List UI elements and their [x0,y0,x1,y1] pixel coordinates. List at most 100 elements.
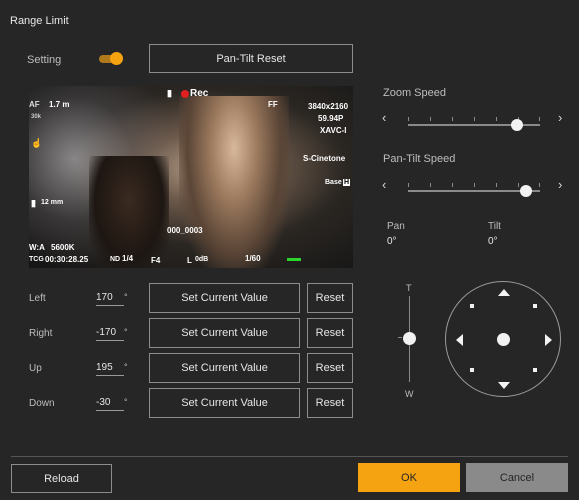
down-right-icon[interactable] [533,368,537,372]
up-right-icon[interactable] [533,304,537,308]
preview-subject-left [89,156,169,268]
zoom-speed-increase-icon[interactable]: › [558,110,562,125]
osd-nd: ND [110,256,121,263]
pan-tilt-speed-increase-icon[interactable]: › [558,177,562,192]
dialog-title: Range Limit [10,15,69,27]
up-left-icon[interactable] [470,304,474,308]
pan-tilt-speed-tick [518,183,519,187]
limit-up-value[interactable]: 195 [96,362,124,376]
zoom-speed-tick [408,117,409,121]
up-set-current-value-button[interactable]: Set Current Value [149,353,300,383]
osd-base-badge: H [343,179,351,186]
osd-wb: W:A [29,243,45,252]
osd-iris: F4 [151,256,161,265]
limit-left-label: Left [29,293,46,304]
osd-kelvin: 5600K [51,243,75,252]
pan-tilt-speed-tick [408,183,409,187]
zoom-speed-knob[interactable] [511,119,524,131]
pan-tilt-speed-tick [452,183,453,187]
osd-base: Base [325,179,342,186]
osd-tc-label: TCG [29,256,44,263]
limit-right-unit: ° [124,327,128,337]
zoom-speed-label: Zoom Speed [383,87,446,99]
limit-down-label: Down [29,398,55,409]
osd-format: FF [268,100,278,109]
reload-button[interactable]: Reload [11,464,112,493]
zoom-speed-tick [474,117,475,121]
pan-tilt-speed-tick [496,183,497,187]
limit-right-value[interactable]: -170 [96,327,124,341]
zoom-lever-center-tick [398,337,402,338]
limit-down-unit: ° [124,397,128,407]
osd-timecode: 00:30:28.25 [45,255,89,264]
osd-rec: Rec [190,88,209,99]
zoom-speed-tick [430,117,431,121]
zoom-speed-tick [496,117,497,121]
pan-tilt-speed-slider[interactable] [408,178,540,198]
osd-hand-icon: ☝ [31,138,43,148]
down-set-current-value-button[interactable]: Set Current Value [149,388,300,418]
osd-zoom-small: 30k [31,114,42,120]
cancel-button[interactable]: Cancel [466,463,568,492]
left-reset-button[interactable]: Reset [307,283,353,313]
zoom-lever-knob[interactable] [403,332,416,345]
pan-left-icon[interactable] [456,334,463,346]
pan-value: 0° [387,236,397,247]
osd-card2-icon: ▮ [31,198,36,208]
osd-gain-label: L [187,256,192,265]
limit-left-value[interactable]: 170 [96,292,124,306]
pan-tilt-speed-decrease-icon[interactable]: ‹ [382,177,386,192]
pan-right-icon[interactable] [545,334,552,346]
right-set-current-value-button[interactable]: Set Current Value [149,318,300,348]
osd-frame-rate: 59.94P [318,114,344,123]
osd-focus-distance: 1.7 m [49,100,70,109]
limit-right-label: Right [29,328,53,339]
pan-tilt-speed-tick [430,183,431,187]
limit-left-unit: ° [124,292,128,302]
pan-tilt-pad[interactable] [445,281,561,397]
pad-center-knob[interactable] [497,333,510,346]
pan-tilt-speed-knob[interactable] [519,185,532,197]
osd-level-meter [287,258,301,261]
zoom-speed-tick [539,117,540,121]
osd-nd-value: 1/4 [122,254,134,263]
limit-up-label: Up [29,363,42,374]
setting-label: Setting [27,54,62,66]
preview-subject-center [179,96,289,268]
osd-card-icon: ▮ [167,88,172,98]
osd-resolution: 3840x2160 [308,102,349,111]
pan-label: Pan [387,221,405,232]
osd-af: AF [29,100,40,109]
tilt-label: Tilt [488,221,501,232]
rec-dot-icon [181,90,189,98]
camera-preview: AF 1.7 m 30k ☝ ▮ Rec FF 3840x2160 59.94P… [29,86,353,268]
osd-shutter: 1/60 [245,254,261,263]
left-set-current-value-button[interactable]: Set Current Value [149,283,300,313]
osd-gain-value: 0dB [195,256,209,263]
toggle-knob [110,52,123,65]
osd-look: S-Cinetone [303,154,346,163]
ok-button[interactable]: OK [358,463,460,492]
pan-tilt-reset-button[interactable]: Pan-Tilt Reset [149,44,353,73]
down-reset-button[interactable]: Reset [307,388,353,418]
tilt-up-icon[interactable] [498,289,510,296]
zoom-speed-slider[interactable] [408,112,540,132]
zoom-wide-label: W [405,389,414,399]
pan-tilt-speed-label: Pan-Tilt Speed [383,153,456,165]
zoom-speed-decrease-icon[interactable]: ‹ [382,110,386,125]
right-reset-button[interactable]: Reset [307,318,353,348]
zoom-tele-label: T [406,283,412,293]
up-reset-button[interactable]: Reset [307,353,353,383]
zoom-speed-tick [452,117,453,121]
osd-distance2: 12 mm [41,199,64,206]
limit-down-value[interactable]: -30 [96,397,124,411]
pan-tilt-speed-tick [474,183,475,187]
footer-divider [11,456,568,457]
pan-tilt-speed-tick [539,183,540,187]
setting-toggle[interactable] [99,52,123,65]
limit-up-unit: ° [124,362,128,372]
down-left-icon[interactable] [470,368,474,372]
tilt-down-icon[interactable] [498,382,510,389]
osd-clip-name: 000_0003 [167,226,203,235]
tilt-value: 0° [488,236,498,247]
